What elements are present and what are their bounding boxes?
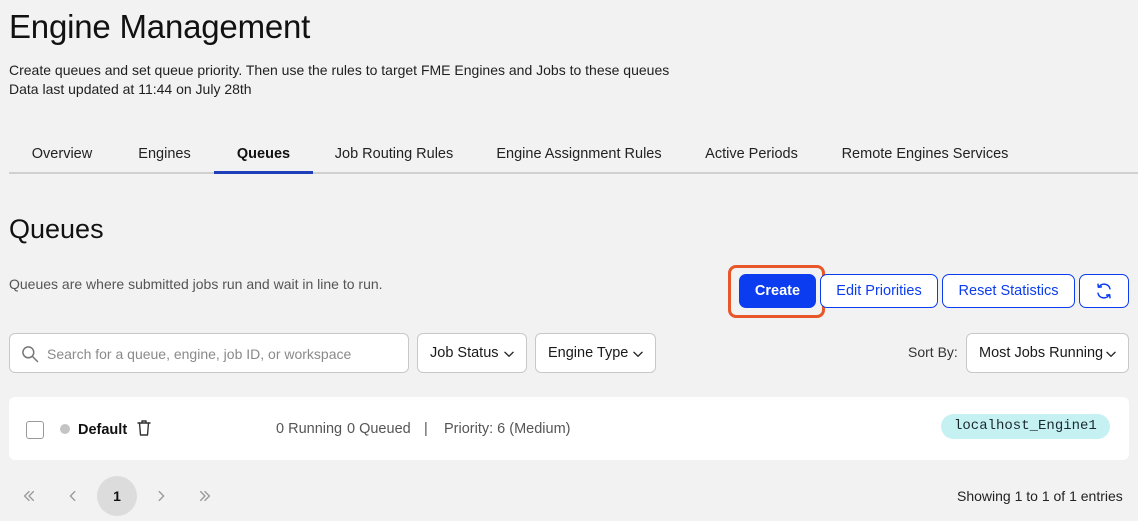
tab-bar: Overview Engines Queues Job Routing Rule… [9, 136, 1138, 174]
section-title: Queues [9, 214, 104, 244]
queue-select-checkbox[interactable] [26, 421, 44, 439]
section-description: Queues are where submitted jobs run and … [9, 276, 383, 292]
chevron-down-icon [504, 351, 514, 357]
engine-type-label: Engine Type [548, 345, 629, 361]
chevron-down-icon [633, 351, 643, 357]
page-title: Engine Management [9, 8, 311, 45]
queue-running-count: 0 Running [276, 421, 343, 437]
first-page-button[interactable] [10, 477, 48, 515]
tab-overview[interactable]: Overview [9, 136, 115, 174]
pagination-summary: Showing 1 to 1 of 1 entries [957, 488, 1123, 504]
chevron-down-icon [1106, 351, 1116, 357]
last-page-button[interactable] [186, 477, 224, 515]
sort-by-dropdown[interactable]: Most Jobs Running [966, 333, 1129, 373]
tab-queues[interactable]: Queues [214, 136, 313, 174]
page-number-button[interactable]: 1 [97, 476, 137, 516]
sort-by-value: Most Jobs Running [979, 345, 1104, 361]
trash-icon[interactable] [136, 419, 152, 437]
reset-statistics-button[interactable]: Reset Statistics [942, 274, 1075, 308]
tab-remote-engines-services[interactable]: Remote Engines Services [820, 136, 1030, 174]
queue-priority: Priority: 6 (Medium) [444, 421, 571, 437]
edit-priorities-button[interactable]: Edit Priorities [820, 274, 938, 308]
search-icon [22, 346, 39, 363]
data-updated-text: Data last updated at 11:44 on July 28th [9, 81, 252, 97]
double-chevron-right-icon [199, 490, 211, 502]
tab-engines[interactable]: Engines [115, 136, 214, 174]
sort-by-label: Sort By: [908, 344, 958, 360]
search-placeholder: Search for a queue, engine, job ID, or w… [47, 346, 352, 362]
chevron-left-icon [69, 490, 76, 502]
queue-row: Default 0 Running 0 Queued | Priority: 6… [9, 397, 1129, 460]
refresh-button[interactable] [1079, 274, 1129, 308]
refresh-icon [1097, 283, 1111, 299]
chevron-right-icon [158, 490, 165, 502]
tab-job-routing-rules[interactable]: Job Routing Rules [313, 136, 475, 174]
tab-active-periods[interactable]: Active Periods [683, 136, 820, 174]
create-button[interactable]: Create [739, 274, 816, 308]
next-page-button[interactable] [142, 477, 180, 515]
queue-status-dot [60, 424, 70, 434]
previous-page-button[interactable] [54, 477, 92, 515]
queue-name[interactable]: Default [78, 422, 127, 438]
page-description: Create queues and set queue priority. Th… [9, 62, 670, 78]
double-chevron-left-icon [23, 490, 35, 502]
engine-type-dropdown[interactable]: Engine Type [535, 333, 656, 373]
job-status-dropdown[interactable]: Job Status [417, 333, 527, 373]
tab-engine-assignment-rules[interactable]: Engine Assignment Rules [475, 136, 683, 174]
job-status-label: Job Status [430, 345, 499, 361]
engine-chip[interactable]: localhost_Engine1 [941, 414, 1110, 439]
stat-separator: | [424, 421, 428, 437]
search-input[interactable]: Search for a queue, engine, job ID, or w… [9, 333, 409, 373]
queue-queued-count: 0 Queued [347, 421, 411, 437]
